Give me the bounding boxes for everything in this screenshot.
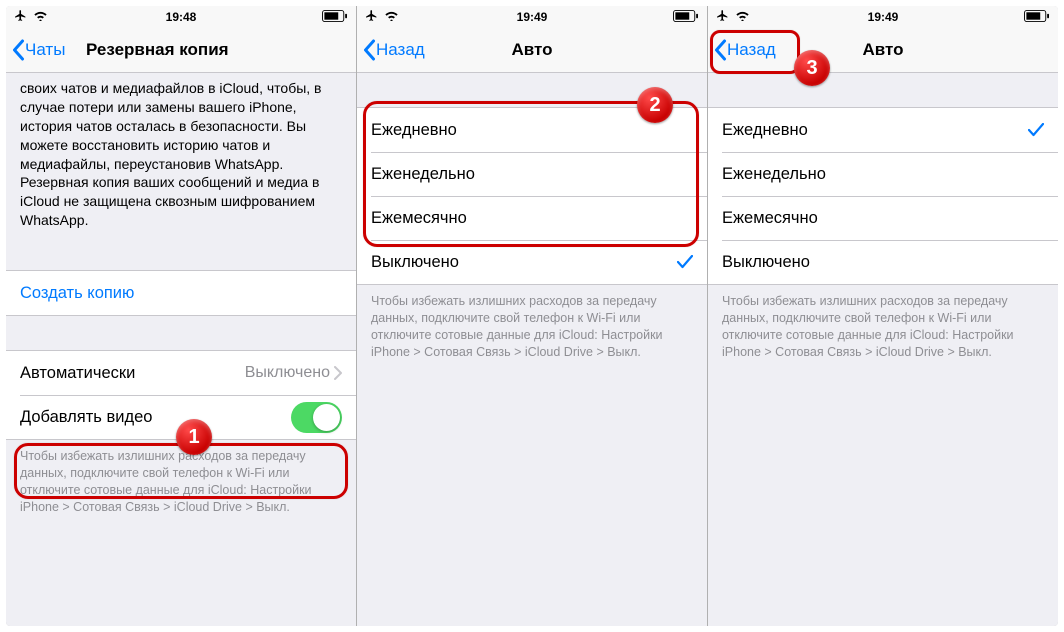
- content: Ежедневно Еженедельно Ежемесячно Выключе…: [357, 73, 707, 626]
- option-monthly[interactable]: Ежемесячно: [357, 196, 707, 240]
- option-weekly-label: Еженедельно: [371, 165, 693, 184]
- check-icon: [677, 255, 693, 269]
- option-off-label: Выключено: [722, 253, 1044, 272]
- check-icon: [1028, 123, 1044, 137]
- status-time: 19:48: [6, 10, 356, 24]
- create-backup-button[interactable]: Создать копию: [6, 271, 356, 315]
- content: своих чатов и медиафайлов в iCloud, чтоб…: [6, 73, 356, 626]
- footer-note: Чтобы избежать излишних расходов за пере…: [708, 285, 1058, 373]
- option-daily-label: Ежедневно: [722, 121, 1028, 140]
- option-monthly-label: Ежемесячно: [371, 209, 693, 228]
- airplane-mode-icon: [365, 9, 378, 25]
- footer-note: Чтобы избежать излишних расходов за пере…: [357, 285, 707, 373]
- back-button[interactable]: Чаты: [12, 39, 65, 61]
- wifi-icon: [384, 10, 399, 24]
- status-time: 19:49: [708, 10, 1058, 24]
- option-daily-label: Ежедневно: [371, 121, 693, 140]
- option-weekly-label: Еженедельно: [722, 165, 1044, 184]
- auto-backup-label: Автоматически: [20, 364, 245, 383]
- content: Ежедневно Еженедельно Ежемесячно Выключе…: [708, 73, 1058, 626]
- nav-bar: Чаты Резервная копия: [6, 28, 356, 73]
- include-videos-toggle[interactable]: [291, 402, 342, 433]
- chevron-left-icon: [714, 39, 727, 61]
- back-button[interactable]: Назад: [714, 39, 776, 61]
- back-label: Назад: [727, 40, 776, 60]
- wifi-icon: [735, 10, 750, 24]
- footer-note: Чтобы избежать излишних расходов за пере…: [6, 440, 356, 528]
- back-button[interactable]: Назад: [363, 39, 425, 61]
- auto-backup-row[interactable]: Автоматически Выключено: [6, 351, 356, 395]
- back-label: Чаты: [25, 40, 65, 60]
- nav-bar: Назад Авто: [357, 28, 707, 73]
- battery-icon: [673, 10, 699, 25]
- battery-icon: [1024, 10, 1050, 25]
- status-bar: 19:49: [357, 6, 707, 28]
- option-off-label: Выключено: [371, 253, 677, 272]
- option-weekly[interactable]: Еженедельно: [708, 152, 1058, 196]
- nav-bar: Назад Авто 3: [708, 28, 1058, 73]
- back-label: Назад: [376, 40, 425, 60]
- option-monthly[interactable]: Ежемесячно: [708, 196, 1058, 240]
- include-videos-row: Добавлять видео: [6, 395, 356, 439]
- chevron-left-icon: [12, 39, 25, 61]
- screen-backup-settings: 19:48 Чаты Резервная копия своих чатов и…: [6, 6, 356, 626]
- option-weekly[interactable]: Еженедельно: [357, 152, 707, 196]
- status-time: 19:49: [357, 10, 707, 24]
- chevron-left-icon: [363, 39, 376, 61]
- include-videos-label: Добавлять видео: [20, 408, 291, 427]
- page-title: Резервная копия: [86, 40, 229, 60]
- auto-backup-value: Выключено: [245, 364, 330, 382]
- option-monthly-label: Ежемесячно: [722, 209, 1044, 228]
- create-backup-label: Создать копию: [20, 284, 342, 303]
- option-daily[interactable]: Ежедневно: [708, 108, 1058, 152]
- airplane-mode-icon: [716, 9, 729, 25]
- airplane-mode-icon: [14, 9, 27, 25]
- status-bar: 19:49: [708, 6, 1058, 28]
- description-text: своих чатов и медиафайлов в iCloud, чтоб…: [6, 73, 356, 244]
- status-bar: 19:48: [6, 6, 356, 28]
- screen-auto-frequency-off: 19:49 Назад Авто Ежедневно Еженедельно Е…: [356, 6, 707, 626]
- chevron-right-icon: [334, 366, 342, 380]
- wifi-icon: [33, 10, 48, 24]
- option-off[interactable]: Выключено: [357, 240, 707, 284]
- battery-icon: [322, 10, 348, 25]
- option-off[interactable]: Выключено: [708, 240, 1058, 284]
- screen-auto-frequency-daily: 19:49 Назад Авто 3 Ежедневно Еженедельно: [707, 6, 1058, 626]
- option-daily[interactable]: Ежедневно: [357, 108, 707, 152]
